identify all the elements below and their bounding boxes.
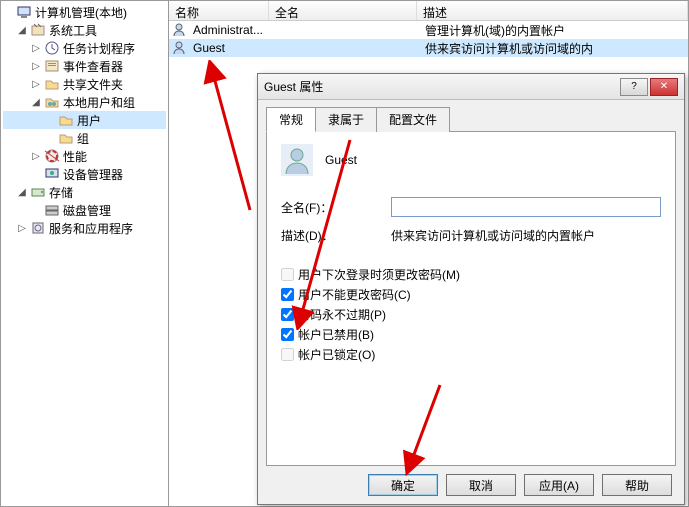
tree-label: 本地用户和组 <box>63 94 135 111</box>
cancel-button[interactable]: 取消 <box>446 474 516 496</box>
tree-label: 磁盘管理 <box>63 202 111 219</box>
tree-label: 性能 <box>63 148 87 165</box>
tree-label: 任务计划程序 <box>63 40 135 57</box>
tree-system-tools[interactable]: ◢系统工具 <box>3 21 166 39</box>
tree-users[interactable]: 用户 <box>3 111 166 129</box>
chk-label: 帐户已锁定(O) <box>298 346 375 363</box>
tree-task-scheduler[interactable]: ▷任务计划程序 <box>3 39 166 57</box>
tree-device-manager[interactable]: 设备管理器 <box>3 165 166 183</box>
chk-label: 密码永不过期(P) <box>298 306 386 323</box>
cell-description: 管理计算机(域)的内置帐户 <box>419 22 688 39</box>
nav-tree: 计算机管理(本地) ◢系统工具 ▷任务计划程序 ▷事件查看器 ▷共享文件夹 ◢本… <box>1 1 169 506</box>
tree-label: 存储 <box>49 184 73 201</box>
tree-label: 服务和应用程序 <box>49 220 133 237</box>
close-button[interactable]: ✕ <box>650 78 678 96</box>
tree-shared-folders[interactable]: ▷共享文件夹 <box>3 75 166 93</box>
chk-cannot-change[interactable] <box>281 288 294 301</box>
tab-strip: 常规 隶属于 配置文件 <box>266 107 676 132</box>
user-avatar-icon <box>281 144 313 176</box>
chk-label: 用户下次登录时须更改密码(M) <box>298 266 460 283</box>
list-row[interactable]: Administrat... 管理计算机(域)的内置帐户 <box>169 21 688 39</box>
tab-member-of[interactable]: 隶属于 <box>315 107 377 132</box>
dialog-titlebar[interactable]: Guest 属性 ? ✕ <box>258 74 684 100</box>
ok-button[interactable]: 确定 <box>368 474 438 496</box>
tree-label: 计算机管理(本地) <box>35 4 127 21</box>
cell-name: Administrat... <box>187 23 271 37</box>
tree-event-viewer[interactable]: ▷事件查看器 <box>3 57 166 75</box>
fullname-input[interactable] <box>391 197 661 217</box>
chk-label: 帐户已禁用(B) <box>298 326 374 343</box>
dialog-footer: 确定 取消 应用(A) 帮助 <box>266 466 676 504</box>
dialog-title: Guest 属性 <box>264 78 620 95</box>
tree-services-apps[interactable]: ▷服务和应用程序 <box>3 219 166 237</box>
col-description[interactable]: 描述 <box>417 1 688 20</box>
tab-general[interactable]: 常规 <box>266 107 316 132</box>
tree-label: 用户 <box>77 112 101 129</box>
col-name[interactable]: 名称 <box>169 1 269 20</box>
description-label: 描述(D)： <box>281 227 391 244</box>
description-value: 供来宾访问计算机或访问域的内置帐户 <box>391 227 661 244</box>
chk-must-change <box>281 268 294 281</box>
help-button[interactable]: 帮助 <box>602 474 672 496</box>
tab-profile[interactable]: 配置文件 <box>376 107 450 132</box>
properties-dialog: Guest 属性 ? ✕ 常规 隶属于 配置文件 Guest 全名(F)： 描述… <box>257 73 685 505</box>
tree-label: 事件查看器 <box>63 58 123 75</box>
list-row[interactable]: Guest 供来宾访问计算机或访问域的内 <box>169 39 688 57</box>
col-fullname[interactable]: 全名 <box>269 1 417 20</box>
fullname-label: 全名(F)： <box>281 199 391 216</box>
tree-local-users-groups[interactable]: ◢本地用户和组 <box>3 93 166 111</box>
chk-disabled[interactable] <box>281 328 294 341</box>
list-header: 名称 全名 描述 <box>169 1 688 21</box>
tree-performance[interactable]: ▷性能 <box>3 147 166 165</box>
user-icon <box>171 22 187 38</box>
tree-storage[interactable]: ◢存储 <box>3 183 166 201</box>
tree-label: 共享文件夹 <box>63 76 123 93</box>
tree-label: 系统工具 <box>49 22 97 39</box>
tree-label: 组 <box>77 130 89 147</box>
user-icon <box>171 40 187 56</box>
tree-computer-management[interactable]: 计算机管理(本地) <box>3 3 166 21</box>
chk-never-expire[interactable] <box>281 308 294 321</box>
apply-button[interactable]: 应用(A) <box>524 474 594 496</box>
cell-name: Guest <box>187 41 271 55</box>
chk-locked <box>281 348 294 361</box>
tree-disk-management[interactable]: 磁盘管理 <box>3 201 166 219</box>
cell-description: 供来宾访问计算机或访问域的内 <box>419 40 688 57</box>
tab-pane-general: Guest 全名(F)： 描述(D)： 供来宾访问计算机或访问域的内置帐户 用户… <box>266 131 676 466</box>
tree-label: 设备管理器 <box>63 166 123 183</box>
tree-groups[interactable]: 组 <box>3 129 166 147</box>
help-button[interactable]: ? <box>620 78 648 96</box>
username-label: Guest <box>325 153 357 167</box>
chk-label: 用户不能更改密码(C) <box>298 286 411 303</box>
